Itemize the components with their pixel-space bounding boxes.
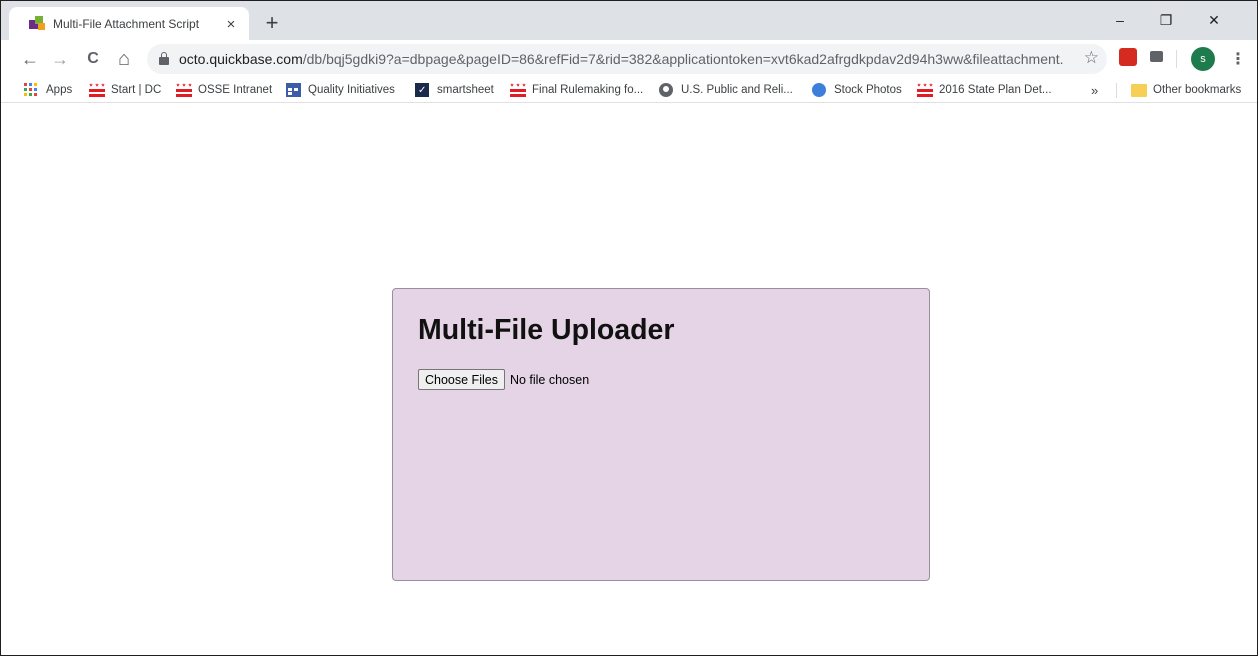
tab-strip: Multi-File Attachment Script × + – ❐ ✕ [1,1,1257,40]
page-title: Multi-File Uploader [418,314,675,346]
dc-flag-icon [917,83,933,97]
bookmark-label: 2016 State Plan Det... [939,84,1052,96]
folder-icon [1131,83,1147,97]
bookmark-start-dc[interactable]: Start | DC [89,81,161,99]
bookmark-apps[interactable]: Apps [24,81,72,99]
tab-close-icon[interactable]: × [221,14,241,34]
bookmarks-overflow-button[interactable]: » [1091,81,1098,99]
forward-arrow-icon: → [51,48,69,69]
home-button[interactable]: ⌂ [112,47,136,71]
extension-icon[interactable] [1148,48,1166,66]
bookmark-quality-initiatives[interactable]: Quality Initiatives [286,81,395,99]
bookmark-us-public[interactable]: U.S. Public and Reli... [659,81,793,99]
restore-button[interactable]: ❐ [1143,1,1189,39]
globe-icon [659,83,675,97]
close-icon: ✕ [1208,11,1220,28]
quickbase-favicon-icon [29,15,45,32]
toolbar-divider [1176,50,1177,68]
tab-title: Multi-File Attachment Script [53,16,200,31]
bookmark-label: Start | DC [111,84,162,96]
bookmark-stock-photos[interactable]: Stock Photos [812,81,902,99]
page-content: Multi-File Uploader Choose Files No file… [1,103,1257,655]
bookmark-other-bookmarks[interactable]: Other bookmarks [1131,81,1241,99]
home-icon: ⌂ [117,47,131,70]
bookmark-label: smartsheet [437,84,494,96]
file-input[interactable]: Choose Files No file chosen [418,369,589,390]
calendar-icon [286,83,302,97]
address-bar[interactable]: octo.quickbase.com/db/bqj5gdki9?a=dbpage… [147,44,1107,74]
tab-active[interactable]: Multi-File Attachment Script × [9,7,249,40]
bookmark-label: Other bookmarks [1153,84,1242,96]
profile-avatar[interactable]: s [1191,47,1215,71]
bookmark-label: Final Rulemaking fo... [532,84,644,96]
browser-toolbar: ← → C ⌂ octo.quickbase.com/db/bqj5gdki9?… [1,40,1257,78]
file-status-text: No file chosen [509,372,590,387]
bookmark-label: Stock Photos [834,84,902,96]
minimize-button[interactable]: – [1097,1,1143,39]
bookmark-final-rulemaking[interactable]: Final Rulemaking fo... [510,81,643,99]
bookmarks-divider [1116,83,1117,98]
bookmark-state-plan[interactable]: 2016 State Plan Det... [917,81,1052,99]
bookmark-label: U.S. Public and Reli... [681,84,793,96]
apps-grid-icon [24,83,40,97]
reload-button[interactable]: C [81,47,105,71]
uploader-panel: Multi-File Uploader Choose Files No file… [392,288,930,581]
dc-flag-icon [510,83,526,97]
bookmark-label: Apps [46,84,73,96]
restore-icon: ❐ [1159,11,1173,28]
bookmark-osse-intranet[interactable]: OSSE Intranet [176,81,272,99]
choose-files-button[interactable]: Choose Files [418,369,505,390]
back-button[interactable]: ← [18,47,42,71]
url-path: /db/bqj5gdki9?a=dbpage&pageID=86&refFid=… [302,51,1064,67]
url-text[interactable]: octo.quickbase.com/db/bqj5gdki9?a=dbpage… [179,51,1064,67]
bookmark-smartsheet[interactable]: ✓ smartsheet [415,81,494,99]
lock-icon [159,52,169,65]
close-window-button[interactable]: ✕ [1191,1,1237,39]
browser-window: Multi-File Attachment Script × + – ❐ ✕ ←… [0,0,1258,656]
blue-circle-icon [812,83,828,97]
bookmark-star-icon[interactable]: ☆ [1084,48,1099,68]
reload-icon: C [87,50,99,67]
dc-flag-icon [89,83,105,97]
new-tab-button[interactable]: + [260,11,284,35]
url-host: octo.quickbase.com [179,51,303,67]
smartsheet-icon: ✓ [415,83,431,97]
minimize-icon: – [1116,12,1124,28]
dc-flag-icon [176,83,192,97]
forward-button[interactable]: → [48,47,72,71]
back-arrow-icon: ← [21,48,39,69]
bookmark-label: Quality Initiatives [308,84,395,96]
overflow-chevron-icon: » [1091,82,1099,98]
menu-kebab-icon[interactable]: ⋮ [1230,49,1246,69]
bookmarks-bar: Apps Start | DC OSSE Intranet Quality In… [1,78,1257,103]
pdf-extension-icon[interactable] [1119,48,1137,66]
bookmark-label: OSSE Intranet [198,84,273,96]
